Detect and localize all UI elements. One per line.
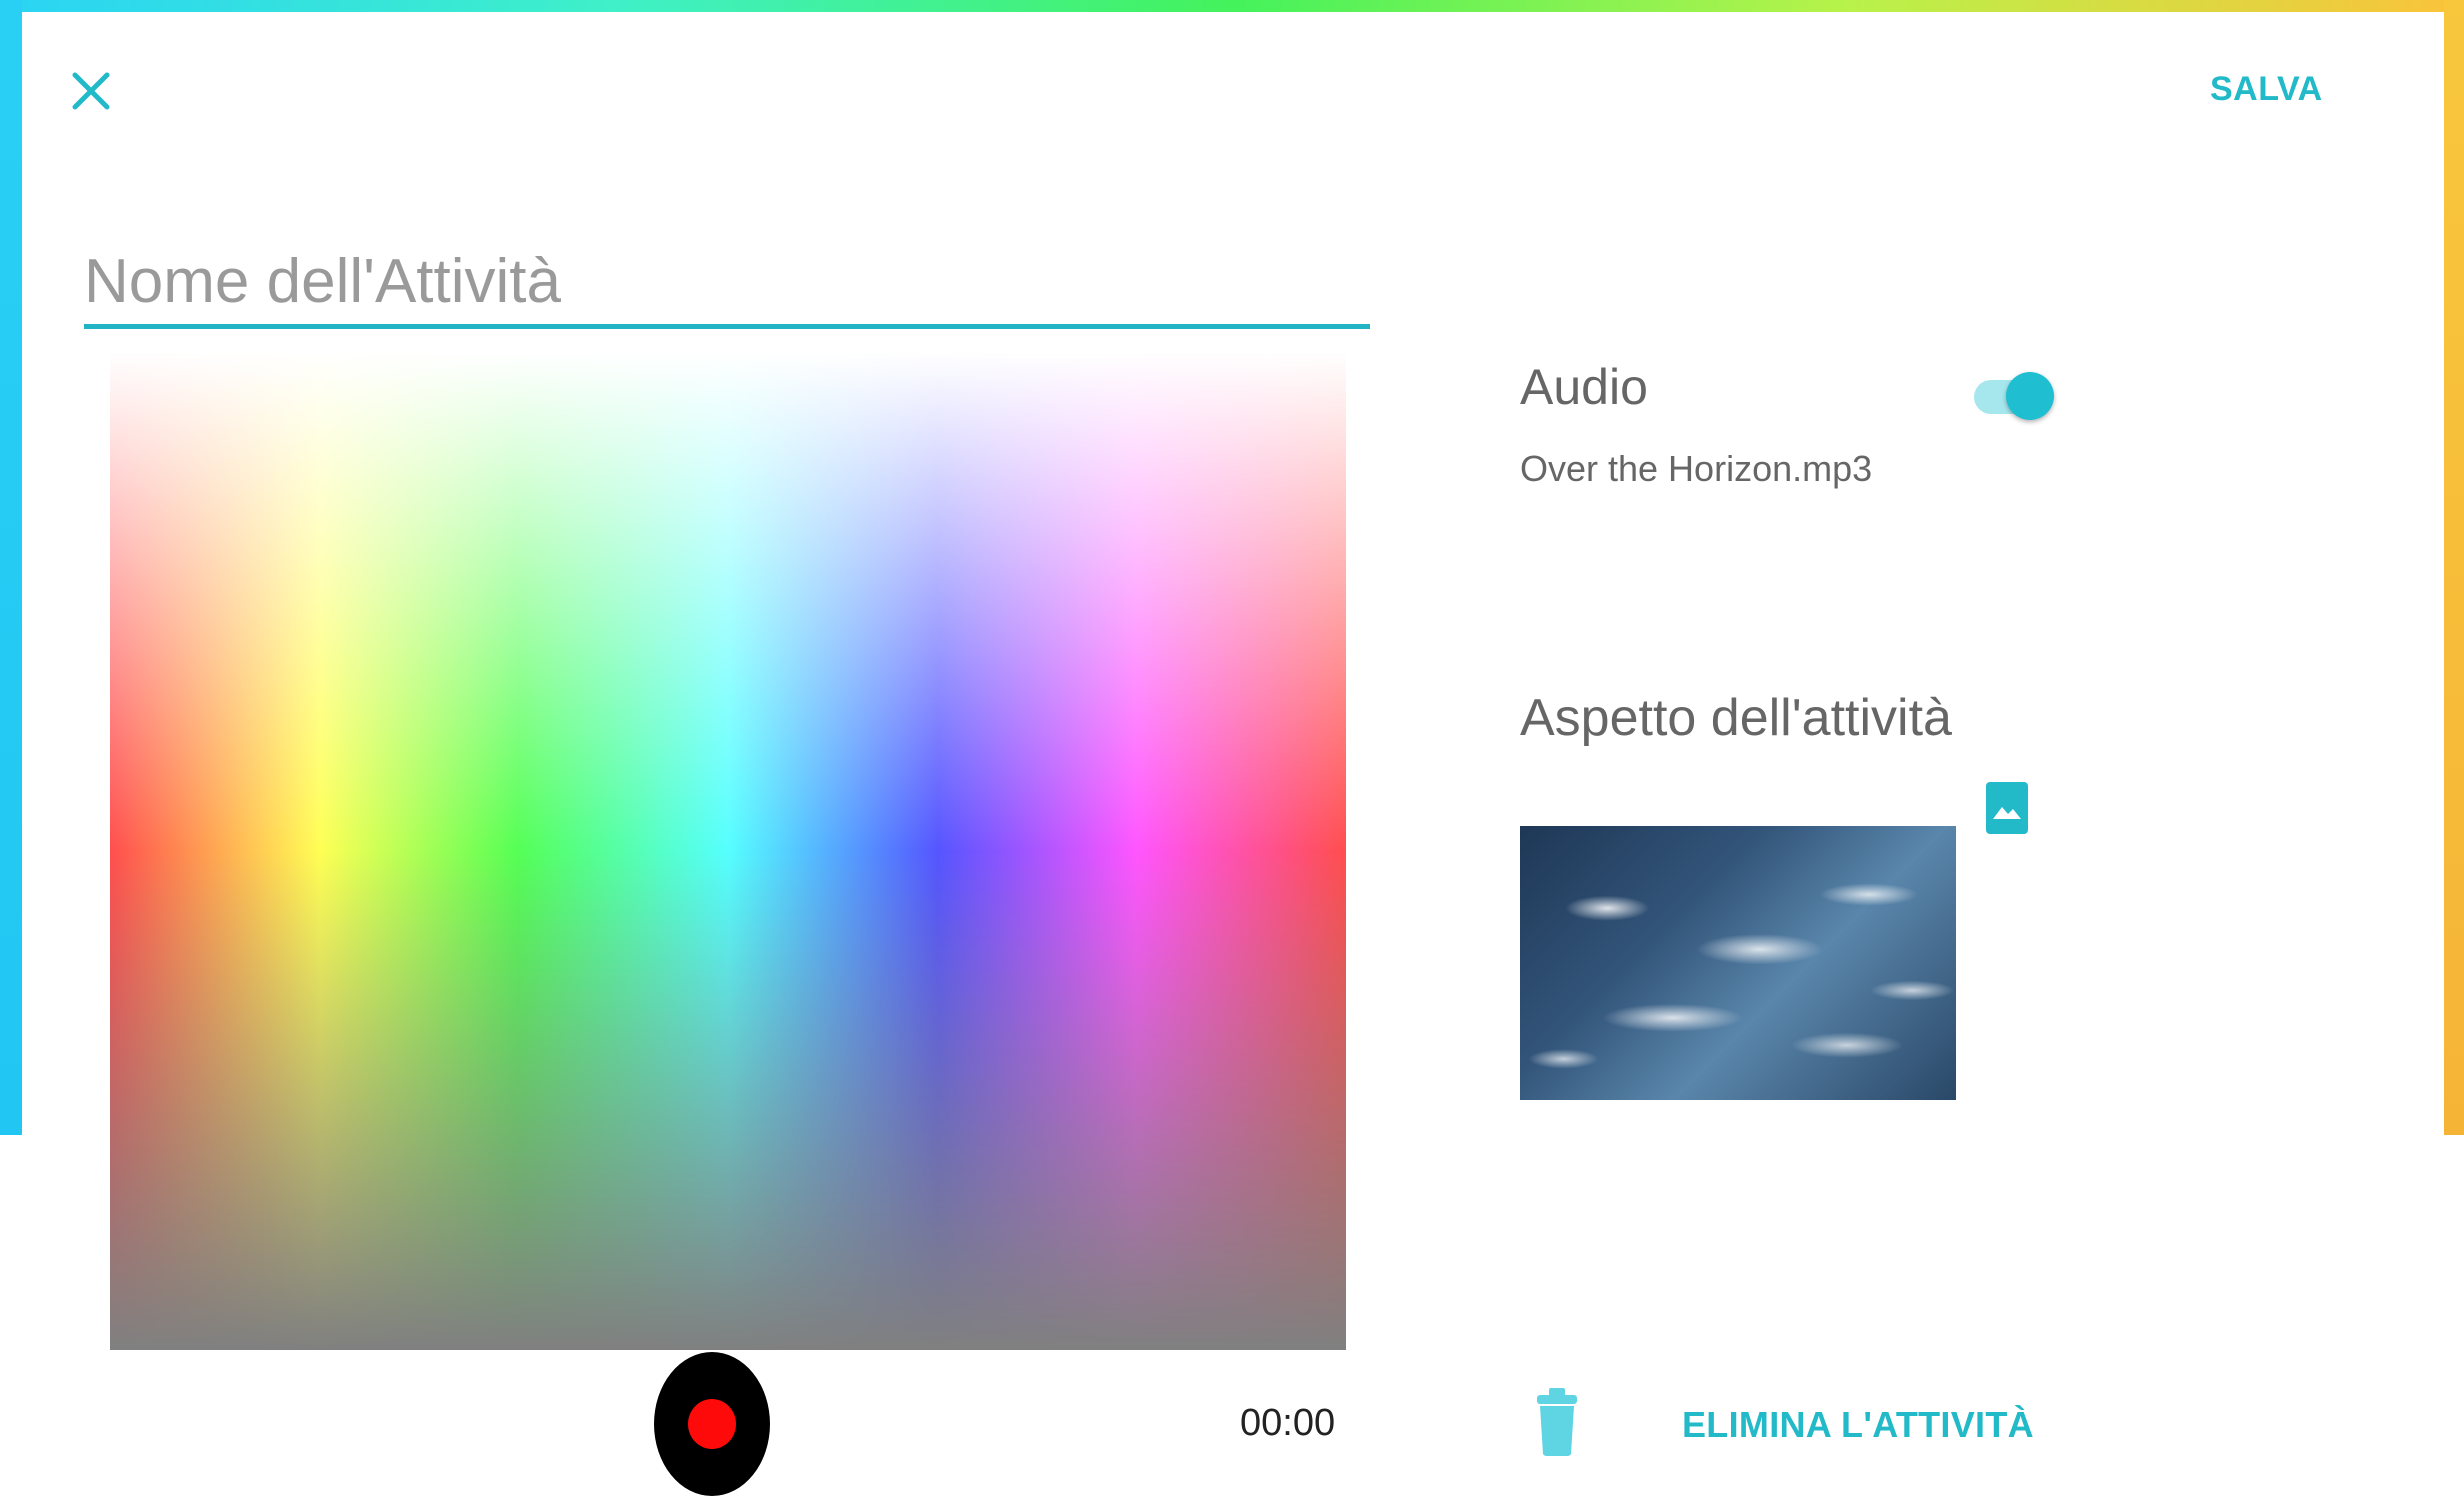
audio-file-name[interactable]: Over the Horizon.mp3 xyxy=(1520,448,1872,490)
record-icon xyxy=(654,1352,770,1496)
color-picker[interactable] xyxy=(110,352,1346,1350)
activity-name-input[interactable] xyxy=(84,236,1370,326)
record-dot xyxy=(688,1399,736,1449)
change-image-button[interactable] xyxy=(1986,782,2028,834)
delete-activity-button[interactable]: ELIMINA L'ATTIVITÀ xyxy=(1682,1404,2034,1446)
record-button[interactable] xyxy=(654,1352,770,1496)
delete-activity-icon-button[interactable] xyxy=(1534,1386,1580,1458)
image-icon xyxy=(1993,807,2021,819)
close-button[interactable] xyxy=(62,62,120,120)
recording-timer: 00:00 xyxy=(1240,1402,1336,1444)
appearance-title: Aspetto dell'attività xyxy=(1520,689,1952,747)
activity-name-field xyxy=(84,236,1370,332)
gradient-frame-left xyxy=(0,0,22,1135)
close-icon xyxy=(72,72,110,110)
activity-preview-image xyxy=(1520,826,1956,1100)
audio-toggle-thumb xyxy=(2006,372,2054,420)
gradient-frame-top xyxy=(0,0,2464,12)
save-button[interactable]: SALVA xyxy=(2210,70,2323,109)
trash-icon xyxy=(1537,1388,1577,1456)
activity-name-underline xyxy=(84,324,1370,329)
gradient-frame-right xyxy=(2444,0,2464,1135)
audio-toggle[interactable] xyxy=(1972,366,2056,424)
audio-title: Audio xyxy=(1520,359,1648,415)
